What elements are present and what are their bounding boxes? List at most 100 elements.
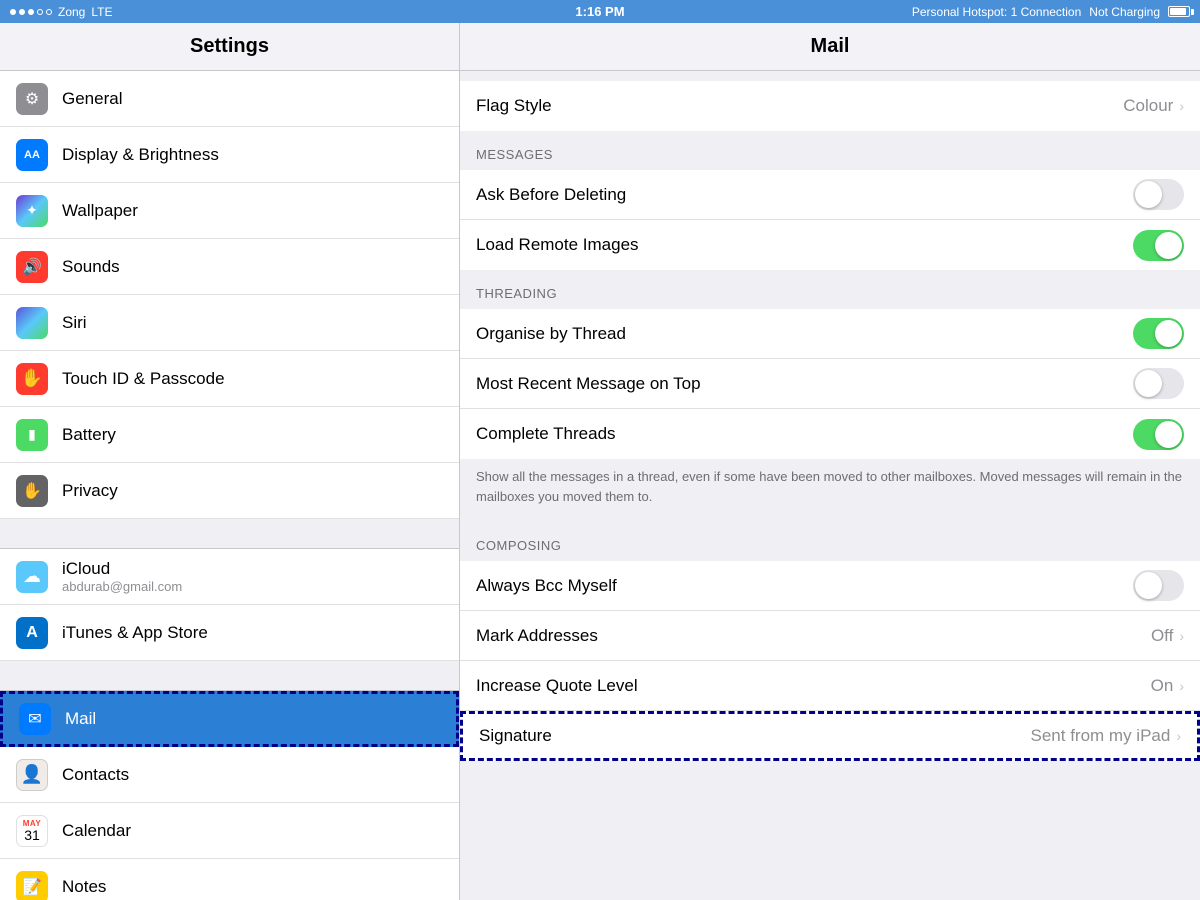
sidebar-item-notes[interactable]: 📝 Notes — [0, 859, 459, 900]
signature-chevron: › — [1176, 728, 1181, 744]
appstore-icon: A — [16, 617, 48, 649]
battery-fill — [1170, 8, 1186, 15]
right-panel-title: Mail — [811, 35, 850, 57]
wallpaper-icon: ✦ — [16, 195, 48, 227]
flag-style-row[interactable]: Flag Style Colour › — [460, 81, 1200, 131]
organise-by-thread-row[interactable]: Organise by Thread — [460, 309, 1200, 359]
mail-icon: ✉ — [19, 703, 51, 735]
mail-label: Mail — [65, 709, 96, 729]
threading-info: Show all the messages in a thread, even … — [460, 459, 1200, 522]
right-panel-header: Mail — [460, 23, 1200, 71]
carrier-label: Zong — [58, 5, 85, 19]
sidebar-item-wallpaper[interactable]: ✦ Wallpaper — [0, 183, 459, 239]
increase-quote-level-value-text: On — [1151, 676, 1174, 696]
sidebar-item-appstore[interactable]: A iTunes & App Store — [0, 605, 459, 661]
battery-label: Not Charging — [1089, 5, 1160, 19]
most-recent-row[interactable]: Most Recent Message on Top — [460, 359, 1200, 409]
display-icon: AA — [16, 139, 48, 171]
general-label: General — [62, 89, 122, 109]
ask-before-deleting-label: Ask Before Deleting — [476, 185, 626, 205]
sidebar-item-calendar[interactable]: MAY 31 Calendar — [0, 803, 459, 859]
right-panel: Mail Flag Style Colour › MESSAGES Ask Be… — [460, 23, 1200, 900]
flag-style-value: Colour › — [1123, 96, 1184, 116]
always-bcc-label: Always Bcc Myself — [476, 576, 617, 596]
contacts-icon: 👤 — [16, 759, 48, 791]
sidebar-item-touchid[interactable]: ✋ Touch ID & Passcode — [0, 351, 459, 407]
sidebar-header: Settings — [0, 23, 459, 71]
appstore-label: iTunes & App Store — [62, 623, 208, 643]
network-label: LTE — [91, 5, 112, 19]
status-left: Zong LTE — [10, 5, 112, 19]
mark-addresses-value-text: Off — [1151, 626, 1173, 646]
siri-label: Siri — [62, 313, 87, 333]
dot-3 — [28, 9, 34, 15]
battery-label: Battery — [62, 425, 116, 445]
icloud-icon: ☁ — [16, 561, 48, 593]
dot-5 — [46, 9, 52, 15]
increase-quote-level-label: Increase Quote Level — [476, 676, 638, 696]
status-bar: Zong LTE 1:16 PM Personal Hotspot: 1 Con… — [0, 0, 1200, 23]
sounds-label: Sounds — [62, 257, 120, 277]
ask-before-deleting-knob — [1135, 181, 1162, 208]
composing-section-label: COMPOSING — [460, 522, 1200, 561]
dot-1 — [10, 9, 16, 15]
time-label: 1:16 PM — [575, 4, 624, 19]
sidebar-item-general[interactable]: ⚙ General — [0, 71, 459, 127]
increase-quote-level-value: On › — [1151, 676, 1184, 696]
privacy-label: Privacy — [62, 481, 118, 501]
sidebar-item-display[interactable]: AA Display & Brightness — [0, 127, 459, 183]
composing-card: Always Bcc Myself Mark Addresses Off › I… — [460, 561, 1200, 761]
calendar-icon: MAY 31 — [16, 815, 48, 847]
mark-addresses-row[interactable]: Mark Addresses Off › — [460, 611, 1200, 661]
signature-value-text: Sent from my iPad — [1031, 726, 1171, 746]
load-remote-images-toggle[interactable] — [1133, 230, 1184, 261]
organise-by-thread-knob — [1155, 320, 1182, 347]
sidebar-list[interactable]: ⚙ General AA Display & Brightness ✦ Wall… — [0, 71, 459, 900]
sidebar-item-mail[interactable]: ✉ Mail — [0, 691, 459, 747]
complete-threads-row[interactable]: Complete Threads — [460, 409, 1200, 459]
mark-addresses-chevron: › — [1179, 628, 1184, 644]
sidebar-item-icloud[interactable]: ☁ iCloud abdurab@gmail.com — [0, 549, 459, 605]
icloud-subtitle: abdurab@gmail.com — [62, 579, 182, 594]
load-remote-images-label: Load Remote Images — [476, 235, 639, 255]
signature-row[interactable]: Signature Sent from my iPad › — [460, 711, 1200, 761]
load-remote-images-row[interactable]: Load Remote Images — [460, 220, 1200, 270]
composing-section: COMPOSING Always Bcc Myself Mark Address… — [460, 522, 1200, 761]
signature-label: Signature — [479, 726, 552, 746]
messages-section: MESSAGES Ask Before Deleting Load Remote… — [460, 131, 1200, 270]
sidebar-separator-2 — [0, 661, 459, 691]
signal-dots — [10, 9, 52, 15]
icloud-text: iCloud abdurab@gmail.com — [62, 559, 182, 594]
privacy-icon: ✋ — [16, 475, 48, 507]
mark-addresses-value: Off › — [1151, 626, 1184, 646]
messages-card: Ask Before Deleting Load Remote Images — [460, 170, 1200, 270]
hotspot-label: Personal Hotspot: 1 Connection — [912, 5, 1081, 19]
always-bcc-row[interactable]: Always Bcc Myself — [460, 561, 1200, 611]
always-bcc-toggle[interactable] — [1133, 570, 1184, 601]
sidebar-separator-1 — [0, 519, 459, 549]
organise-by-thread-toggle[interactable] — [1133, 318, 1184, 349]
sidebar-item-contacts[interactable]: 👤 Contacts — [0, 747, 459, 803]
threading-section-label: THREADING — [460, 270, 1200, 309]
increase-quote-level-chevron: › — [1179, 678, 1184, 694]
most-recent-knob — [1135, 370, 1162, 397]
complete-threads-toggle[interactable] — [1133, 419, 1184, 450]
flag-style-chevron: › — [1179, 98, 1184, 114]
main-layout: Settings ⚙ General AA Display & Brightne… — [0, 23, 1200, 900]
ask-before-deleting-toggle[interactable] — [1133, 179, 1184, 210]
sidebar-item-privacy[interactable]: ✋ Privacy — [0, 463, 459, 519]
threading-section: THREADING Organise by Thread Most Recent… — [460, 270, 1200, 522]
ask-before-deleting-row[interactable]: Ask Before Deleting — [460, 170, 1200, 220]
messages-section-label: MESSAGES — [460, 131, 1200, 170]
wallpaper-label: Wallpaper — [62, 201, 138, 221]
display-label: Display & Brightness — [62, 145, 219, 165]
complete-threads-knob — [1155, 421, 1182, 448]
increase-quote-level-row[interactable]: Increase Quote Level On › — [460, 661, 1200, 711]
sidebar-item-battery[interactable]: ▮ Battery — [0, 407, 459, 463]
contacts-label: Contacts — [62, 765, 129, 785]
siri-icon — [16, 307, 48, 339]
sounds-icon: 🔊 — [16, 251, 48, 283]
sidebar-item-sounds[interactable]: 🔊 Sounds — [0, 239, 459, 295]
most-recent-toggle[interactable] — [1133, 368, 1184, 399]
sidebar-item-siri[interactable]: Siri — [0, 295, 459, 351]
